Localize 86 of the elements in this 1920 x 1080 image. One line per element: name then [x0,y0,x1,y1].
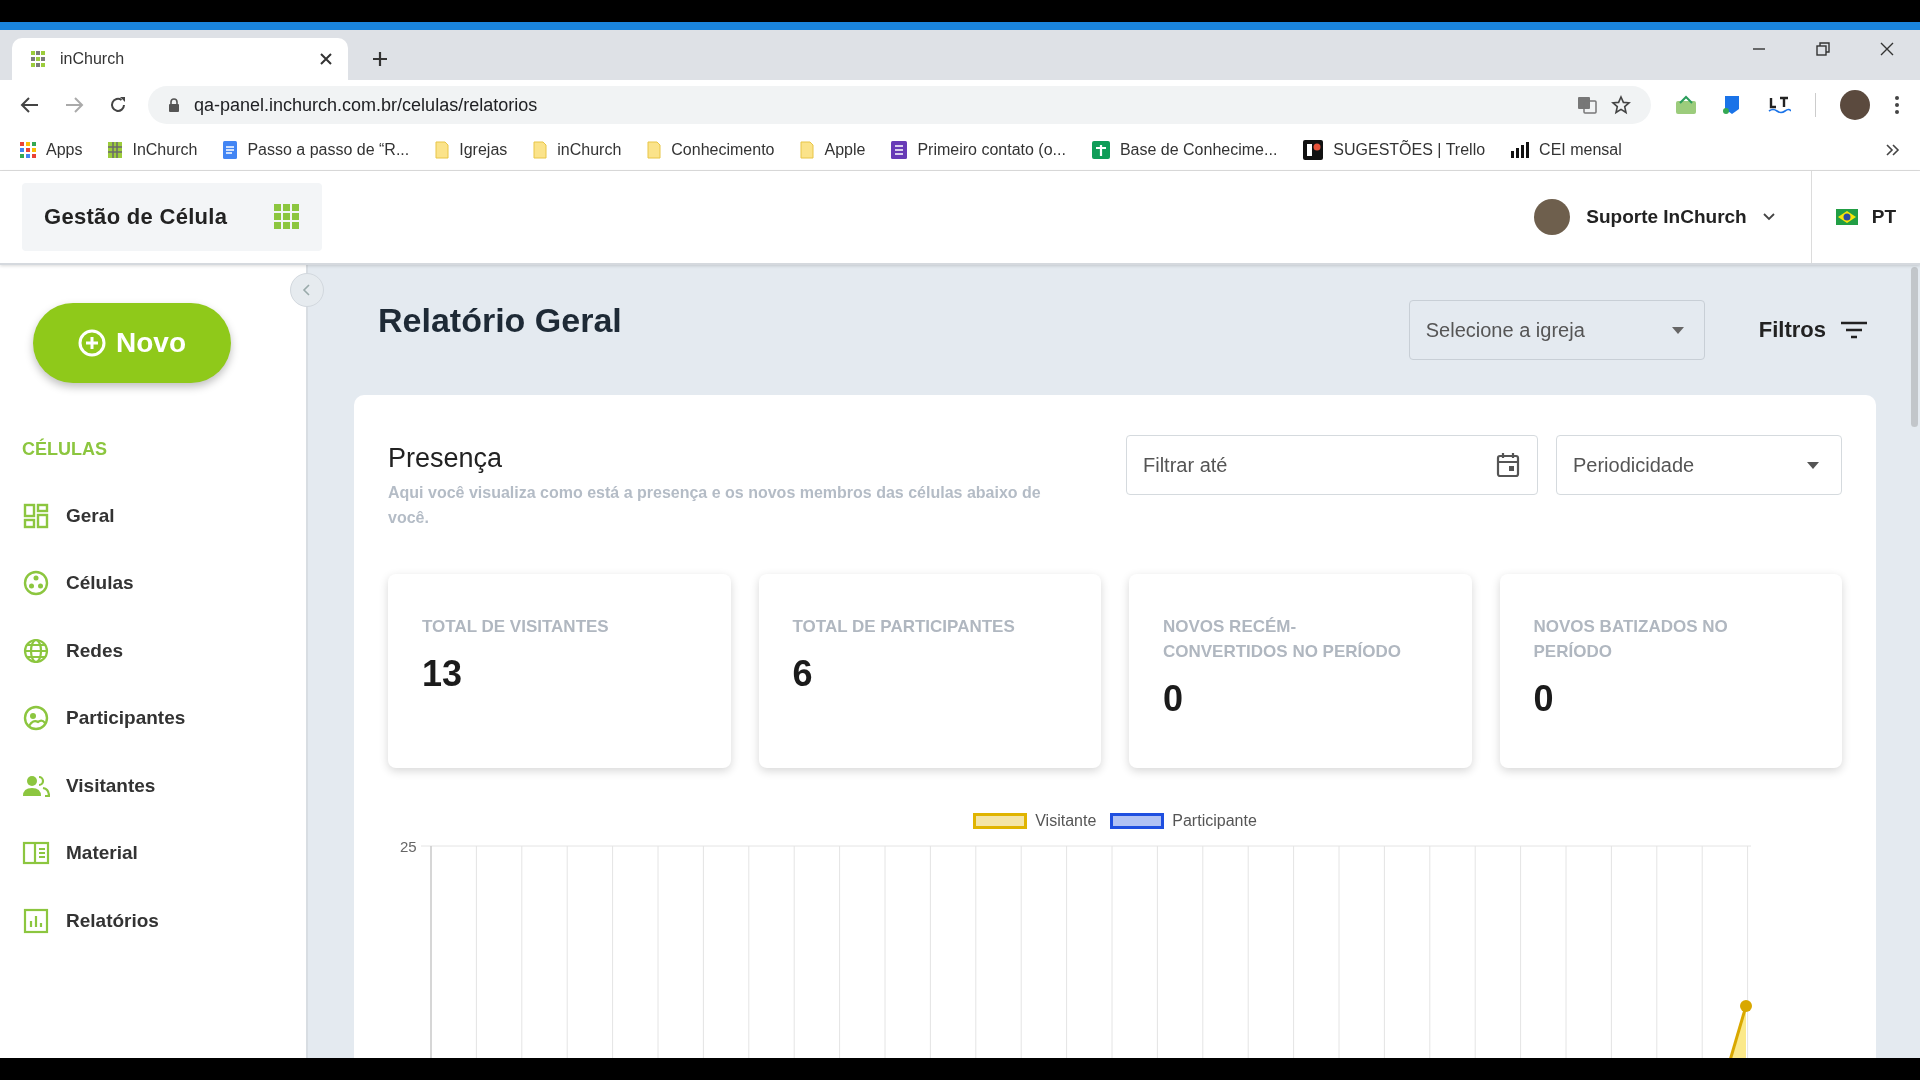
nav-item[interactable]: Material [22,819,284,887]
stat-value: 6 [792,653,814,695]
flag-icon [1835,209,1858,225]
bar-chart-icon [22,907,50,934]
grid-icon [274,204,300,230]
back-arrow-icon[interactable] [20,95,40,115]
lt-extension-icon[interactable] [1767,95,1791,115]
grid-favicon-icon [108,142,123,158]
calendar-icon[interactable] [1496,452,1520,478]
dashboard-icon [22,502,50,529]
bookmark-item[interactable]: SUGESTÕES | Trello [1303,140,1486,160]
star-icon[interactable] [1611,95,1631,115]
translate-icon[interactable] [1577,95,1597,115]
periodicity-select[interactable]: Periodicidade [1556,435,1842,495]
folder-icon [435,141,450,159]
face-icon [22,705,50,732]
legend-item[interactable]: Participante [1110,812,1257,830]
bookmark-item[interactable]: CEI mensal [1511,141,1622,159]
filters-button[interactable]: Filtros [1750,317,1876,343]
globe-icon [22,637,50,664]
form-icon [891,141,908,159]
document-icon [223,141,238,159]
nav-item[interactable]: Visitantes [22,752,284,820]
close-icon[interactable] [1880,42,1894,56]
plus-circle-icon [78,329,106,357]
language-switcher[interactable]: PT [1810,171,1920,263]
mail-extension-icon[interactable] [1675,95,1697,115]
bookmark-item[interactable]: inChurch [533,141,622,159]
stat-label: NOVOS BATIZADOS NO PERÍODO [1533,616,1729,663]
stat-value: 0 [1163,678,1185,720]
circle-dots-icon [22,570,50,597]
section-description: Aqui você visualiza como está a presença e os novos membros das células abaixo de você. [388,483,1042,528]
close-icon[interactable] [320,53,332,65]
bookmark-item[interactable]: Apple [800,141,866,159]
restore-icon[interactable] [1816,42,1830,56]
stat-label: TOTAL DE VISITANTES [422,616,610,638]
stat-label: NOVOS RECÉM-CONVERTIDOS NO PERÍODO [1163,616,1403,663]
nav-item[interactable]: Redes [22,617,284,685]
nav-item[interactable]: Relatórios [22,887,284,955]
filter-icon [1840,320,1868,340]
avatar [1534,199,1571,235]
book-icon [22,841,50,866]
bookmark-item[interactable]: Base de Conhecime... [1091,141,1278,159]
people-icon [22,773,50,798]
stat-value: 13 [422,653,464,695]
apps-grid-icon [20,142,36,158]
folder-icon [533,141,548,159]
chevron-down-icon [1762,213,1775,221]
stat-value: 0 [1533,678,1555,720]
legend-item[interactable]: Visitante [973,812,1097,830]
reload-icon[interactable] [108,95,128,115]
date-field[interactable]: Filtrar até [1126,435,1538,495]
bookmark-item[interactable]: Igrejas [435,141,508,159]
browser-tab[interactable]: inChurch [12,38,348,80]
board-icon [1303,140,1324,160]
bookmark-item[interactable]: Apps [20,141,83,159]
nav-item[interactable]: Geral [22,482,284,550]
plus-icon[interactable] [372,51,388,67]
grid-favicon-icon [30,50,46,68]
stat-label: TOTAL DE PARTICIPANTES [792,616,1016,638]
plus-tile-icon [1091,141,1110,159]
section-heading: CÉLULAS [22,439,108,460]
profile-avatar[interactable] [1840,90,1870,120]
section-title: Presença [388,443,504,474]
folder-icon [647,141,662,159]
app-switcher[interactable]: Gestão de Célula [22,183,322,251]
address-field[interactable]: qa-panel.inchurch.com.br/celulas/relatorios [148,86,1651,124]
user-menu[interactable]: Suporte InChurch [1534,199,1811,235]
bookmark-item[interactable]: Primeiro contato (o... [891,141,1066,159]
bar-chart-icon [1511,142,1530,158]
folder-icon [800,141,815,159]
nav-item[interactable]: Células [22,549,284,617]
bookmark-item[interactable]: Conhecimento [647,141,775,159]
double-chevron-icon[interactable] [1886,144,1900,156]
church-select[interactable]: Selecione a igreja [1408,300,1705,360]
tab-title: inChurch [60,50,126,68]
bookmark-item[interactable]: InChurch [108,141,198,159]
chevron-left-icon [302,284,312,296]
axis-tick-label: 25 [400,838,417,855]
nav-item[interactable]: Participantes [22,684,284,752]
bookmark-item[interactable]: Passo a passo de “R... [223,141,410,159]
dropdown-caret-icon [1671,326,1684,334]
kebab-menu-icon[interactable] [1894,95,1900,115]
lock-icon [168,97,180,113]
dropdown-caret-icon [1807,461,1819,469]
page-title: Relatório Geral [378,300,622,340]
